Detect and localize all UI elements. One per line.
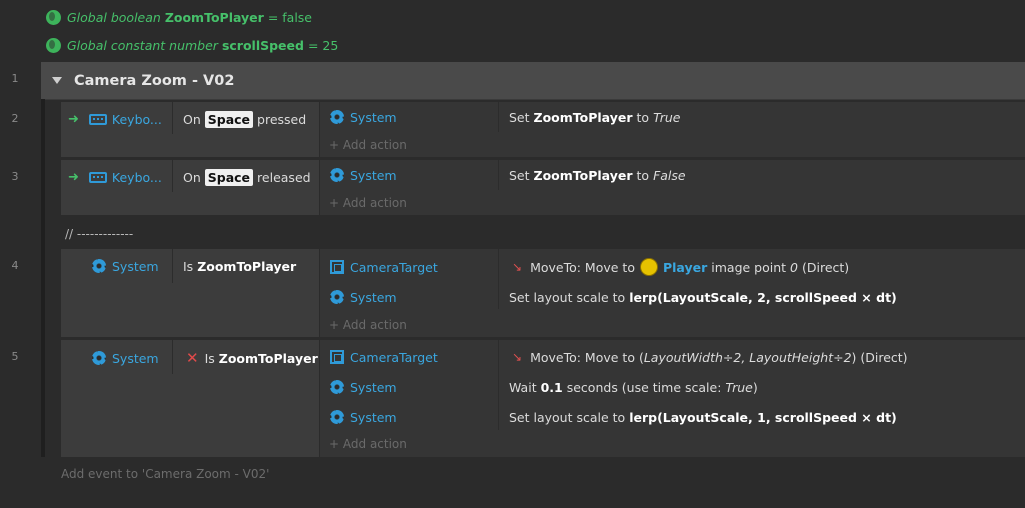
- line-number: 1: [11, 72, 19, 85]
- plus-icon: +: [329, 196, 340, 210]
- gear-icon: [330, 380, 344, 394]
- plus-icon: +: [329, 318, 340, 332]
- action-object[interactable]: System: [330, 372, 397, 402]
- gear-icon: [92, 259, 106, 273]
- action-text[interactable]: ↘ MoveTo: Move to (LayoutWidth÷2, LayoutH…: [512, 342, 908, 372]
- globe-icon: [46, 9, 61, 25]
- separator: [498, 340, 499, 430]
- add-action-link[interactable]: + Add action: [329, 138, 407, 152]
- event-group-header[interactable]: Camera Zoom - V02: [41, 62, 1025, 100]
- action-object[interactable]: CameraTarget: [330, 342, 438, 372]
- condition-object[interactable]: ➜ Keybo...: [68, 162, 162, 192]
- gear-icon: [330, 168, 344, 182]
- action-object[interactable]: System: [330, 160, 397, 190]
- camera-target-icon: [330, 260, 344, 274]
- action-text[interactable]: Wait 0.1 seconds (use time scale: True): [509, 372, 758, 402]
- condition-text[interactable]: Is ZoomToPlayer: [183, 251, 296, 281]
- gear-icon: [92, 351, 106, 365]
- camera-target-icon: [330, 350, 344, 364]
- action-text[interactable]: Set ZoomToPlayer to True: [509, 102, 680, 132]
- group-title: Camera Zoom - V02: [74, 72, 235, 89]
- separator: [172, 249, 173, 283]
- plus-icon: +: [329, 138, 340, 152]
- separator: [172, 340, 173, 374]
- player-icon: [639, 258, 658, 276]
- keyboard-icon: [88, 171, 107, 183]
- add-action-link[interactable]: + Add action: [329, 318, 407, 332]
- action-object[interactable]: System: [330, 102, 397, 132]
- condition-text[interactable]: On Space pressed: [183, 104, 306, 134]
- separator: [498, 249, 499, 309]
- action-text[interactable]: Set layout scale to lerp(LayoutScale, 1,…: [509, 402, 897, 432]
- global-var-scrollspeed[interactable]: Global constant number scrollSpeed = 25: [46, 36, 338, 54]
- condition-text[interactable]: On Space released: [183, 162, 311, 192]
- move-to-icon: ↘: [512, 260, 523, 274]
- add-event-link[interactable]: Add event to 'Camera Zoom - V02': [61, 467, 269, 481]
- action-text[interactable]: Set layout scale to lerp(LayoutScale, 2,…: [509, 282, 897, 312]
- line-number: 4: [11, 259, 19, 272]
- trigger-arrow-icon: ➜: [68, 169, 79, 185]
- line-number: 3: [11, 170, 19, 183]
- separator: [172, 160, 173, 192]
- trigger-arrow-icon: ➜: [68, 111, 79, 127]
- condition-text[interactable]: ✕ Is ZoomToPlayer: [186, 343, 318, 373]
- gear-icon: [330, 110, 344, 124]
- condition-object[interactable]: System: [92, 343, 159, 373]
- global-var-zoomtoplayer[interactable]: Global boolean ZoomToPlayer = false: [46, 8, 312, 26]
- plus-icon: +: [329, 437, 340, 451]
- line-number: 5: [11, 350, 19, 363]
- collapse-triangle-icon[interactable]: [52, 77, 62, 84]
- separator: [172, 102, 173, 134]
- action-object[interactable]: System: [330, 282, 397, 312]
- move-to-icon: ↘: [512, 350, 523, 364]
- separator: [498, 102, 499, 132]
- action-object[interactable]: CameraTarget: [330, 252, 438, 282]
- comment-line[interactable]: // -------------: [65, 227, 133, 241]
- globe-icon: [46, 37, 61, 53]
- add-action-link[interactable]: + Add action: [329, 437, 407, 451]
- action-object[interactable]: System: [330, 402, 397, 432]
- add-action-link[interactable]: + Add action: [329, 196, 407, 210]
- line-number: 2: [11, 112, 19, 125]
- group-indent-bar: [41, 99, 45, 457]
- separator: [498, 160, 499, 190]
- gear-icon: [330, 410, 344, 424]
- condition-object[interactable]: ➜ Keybo...: [68, 104, 162, 134]
- action-text[interactable]: ↘ MoveTo: Move to Player image point 0 (Di…: [512, 252, 849, 282]
- condition-object[interactable]: System: [92, 251, 159, 281]
- keyboard-icon: [88, 113, 107, 125]
- gear-icon: [330, 290, 344, 304]
- action-text[interactable]: Set ZoomToPlayer to False: [509, 160, 686, 190]
- invert-x-icon: ✕: [186, 349, 199, 367]
